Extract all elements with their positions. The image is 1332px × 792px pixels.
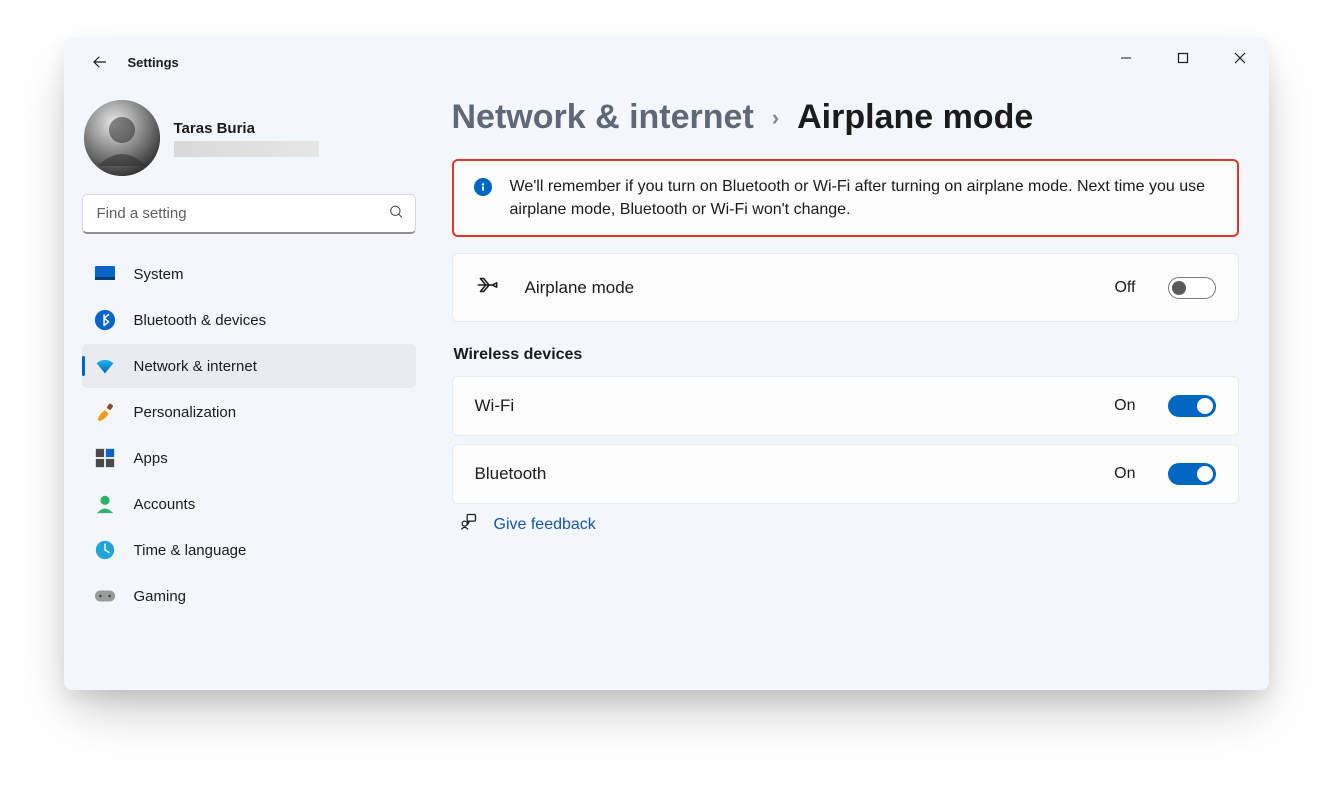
sidebar-item-label: Gaming bbox=[134, 588, 187, 605]
back-button[interactable] bbox=[82, 44, 118, 80]
breadcrumb: Network & internet › Airplane mode bbox=[452, 98, 1239, 137]
main-content: Network & internet › Airplane mode We'll… bbox=[434, 86, 1269, 690]
page-title: Airplane mode bbox=[797, 98, 1033, 137]
close-button[interactable] bbox=[1212, 38, 1269, 78]
sidebar-item-personalization[interactable]: Personalization bbox=[82, 390, 416, 434]
person-icon bbox=[94, 493, 116, 515]
feedback-row: Give feedback bbox=[452, 512, 1239, 537]
wifi-toggle[interactable] bbox=[1168, 395, 1216, 417]
sidebar-item-bluetooth[interactable]: Bluetooth & devices bbox=[82, 298, 416, 342]
sidebar-item-accounts[interactable]: Accounts bbox=[82, 482, 416, 526]
sidebar-item-label: Apps bbox=[134, 450, 168, 467]
airplane-mode-label: Airplane mode bbox=[525, 278, 1091, 298]
settings-window: Settings bbox=[64, 38, 1269, 690]
sidebar-item-label: Time & language bbox=[134, 542, 247, 559]
clock-globe-icon bbox=[94, 539, 116, 561]
bluetooth-label: Bluetooth bbox=[475, 464, 1091, 484]
sidebar-item-label: Network & internet bbox=[134, 358, 257, 375]
airplane-icon bbox=[475, 272, 501, 303]
sidebar-item-time-language[interactable]: Time & language bbox=[82, 528, 416, 572]
search-input[interactable] bbox=[82, 194, 416, 234]
search-icon bbox=[388, 204, 404, 225]
apps-icon bbox=[94, 447, 116, 469]
avatar bbox=[84, 100, 160, 176]
title-bar: Settings bbox=[64, 38, 1269, 86]
info-icon bbox=[474, 178, 492, 196]
sidebar-item-system[interactable]: System bbox=[82, 252, 416, 296]
sidebar-item-apps[interactable]: Apps bbox=[82, 436, 416, 480]
display-icon bbox=[94, 263, 116, 285]
wifi-row: Wi-Fi On bbox=[452, 376, 1239, 436]
wifi-label: Wi-Fi bbox=[475, 396, 1091, 416]
give-feedback-link[interactable]: Give feedback bbox=[494, 516, 596, 534]
app-title: Settings bbox=[128, 55, 179, 70]
wifi-icon bbox=[94, 355, 116, 377]
wireless-section-title: Wireless devices bbox=[454, 346, 1239, 364]
bluetooth-state: On bbox=[1114, 465, 1135, 483]
sidebar-item-label: Accounts bbox=[134, 496, 196, 513]
sidebar-item-label: System bbox=[134, 266, 184, 283]
feedback-icon bbox=[458, 512, 478, 537]
info-text: We'll remember if you turn on Bluetooth … bbox=[510, 175, 1217, 221]
bluetooth-row: Bluetooth On bbox=[452, 444, 1239, 504]
window-controls bbox=[1098, 38, 1269, 78]
user-email-redacted bbox=[174, 141, 319, 157]
airplane-mode-toggle[interactable] bbox=[1168, 277, 1216, 299]
sidebar-nav: System Bluetooth & devices Network & int… bbox=[82, 252, 416, 618]
airplane-mode-row: Airplane mode Off bbox=[452, 253, 1239, 322]
wifi-state: On bbox=[1114, 397, 1135, 415]
gamepad-icon bbox=[94, 585, 116, 607]
info-banner: We'll remember if you turn on Bluetooth … bbox=[452, 159, 1239, 237]
sidebar-item-gaming[interactable]: Gaming bbox=[82, 574, 416, 618]
maximize-button[interactable] bbox=[1155, 38, 1212, 78]
search-wrap bbox=[82, 194, 416, 234]
breadcrumb-parent[interactable]: Network & internet bbox=[452, 98, 754, 137]
bluetooth-toggle[interactable] bbox=[1168, 463, 1216, 485]
chevron-right-icon: › bbox=[772, 105, 779, 131]
sidebar-item-label: Bluetooth & devices bbox=[134, 312, 267, 329]
sidebar-item-network[interactable]: Network & internet bbox=[82, 344, 416, 388]
airplane-mode-state: Off bbox=[1114, 279, 1135, 297]
sidebar-item-label: Personalization bbox=[134, 404, 237, 421]
bluetooth-icon bbox=[94, 309, 116, 331]
brush-icon bbox=[94, 401, 116, 423]
user-block[interactable]: Taras Buria bbox=[82, 94, 416, 194]
minimize-button[interactable] bbox=[1098, 38, 1155, 78]
user-name: Taras Buria bbox=[174, 120, 319, 137]
sidebar: Taras Buria System bbox=[64, 86, 434, 690]
